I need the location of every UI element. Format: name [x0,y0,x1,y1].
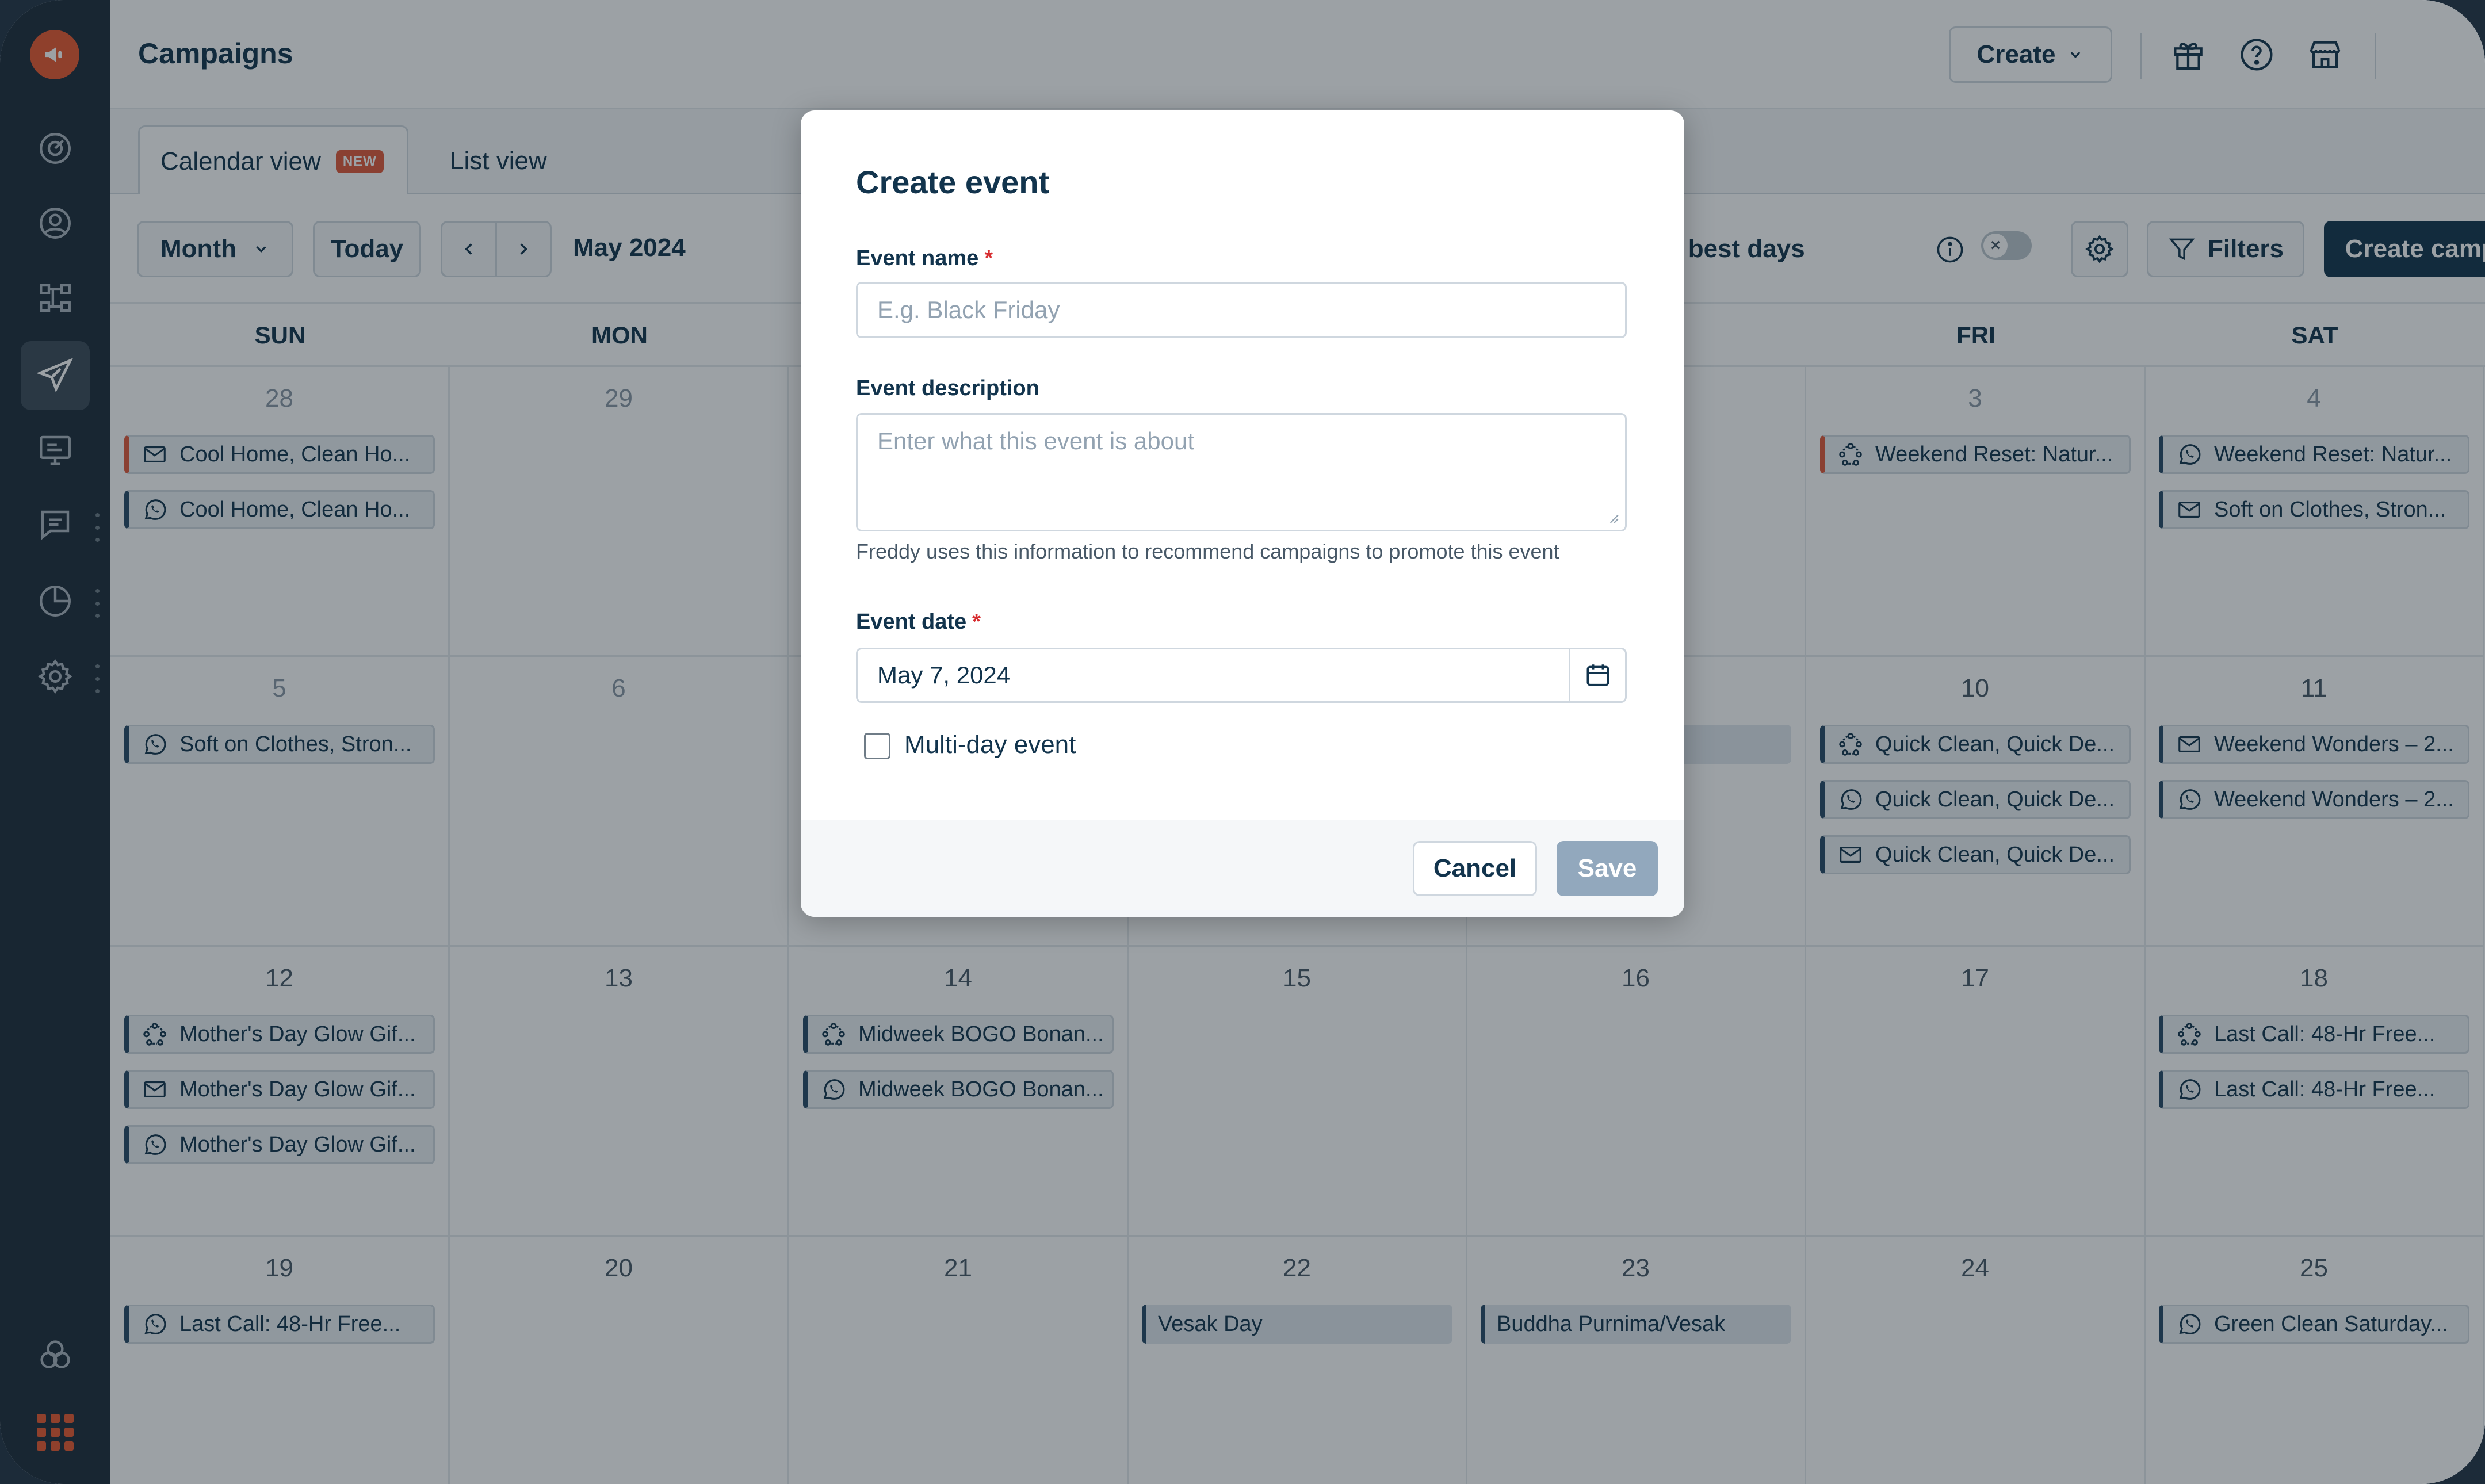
cancel-button[interactable]: Cancel [1413,841,1537,896]
event-description-textarea[interactable]: Enter what this event is about [856,413,1627,531]
required-asterisk: * [984,246,993,270]
description-help-text: Freddy uses this information to recommen… [856,540,1559,563]
event-name-input[interactable]: E.g. Black Friday [856,282,1627,338]
event-name-label-text: Event name [856,246,979,270]
save-button[interactable]: Save [1557,841,1658,896]
event-date-value: May 7, 2024 [877,661,1011,689]
multi-day-checkbox[interactable] [864,733,890,759]
required-asterisk: * [972,610,981,634]
multi-day-label: Multi-day event [904,730,1076,759]
event-description-label: Event description [856,376,1039,400]
event-date-input[interactable]: May 7, 2024 [856,648,1627,703]
event-date-label-text: Event date [856,610,967,634]
event-date-label: Event date * [856,610,981,634]
event-name-label: Event name * [856,246,993,271]
event-name-placeholder: E.g. Black Friday [877,296,1060,323]
calendar-icon [1586,664,1609,686]
create-event-dialog: Create event Event name * E.g. Black Frid… [801,110,1684,917]
event-description-placeholder: Enter what this event is about [877,427,1194,454]
resize-handle-icon[interactable] [1607,511,1619,524]
date-picker-button[interactable] [1569,649,1625,701]
dialog-footer: Cancel Save [801,820,1684,917]
app-frame: Campaigns Create Calendar view NEW List … [0,0,2485,1484]
dialog-title: Create event [856,164,1050,200]
